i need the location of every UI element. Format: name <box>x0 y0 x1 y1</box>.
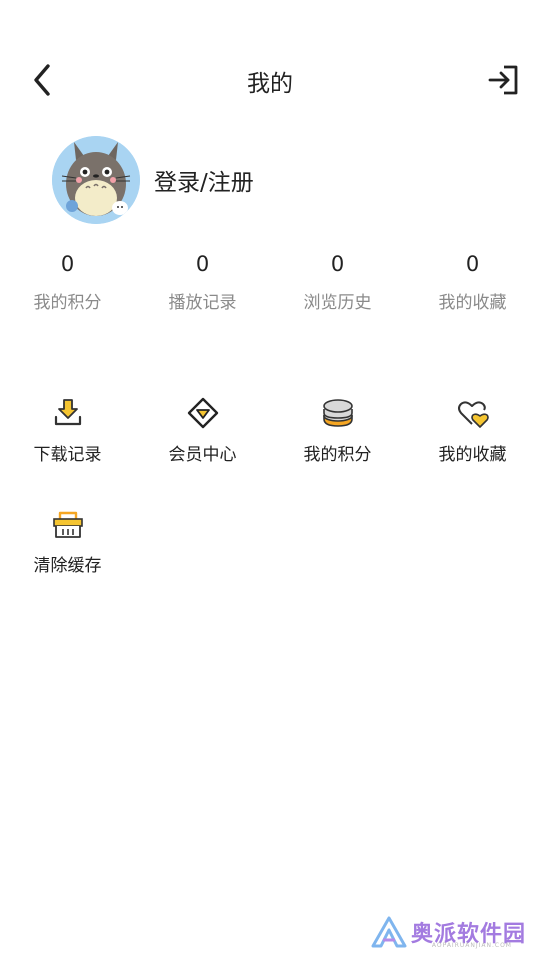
page-title: 我的 <box>247 71 293 97</box>
stat-value: 0 <box>195 252 210 276</box>
menu-label: 会员中心 <box>168 445 237 465</box>
coins-icon <box>322 399 353 427</box>
stat-value: 0 <box>60 252 75 276</box>
stat-label: 我的积分 <box>33 293 102 313</box>
stat-points[interactable]: 0 我的积分 <box>0 250 135 313</box>
stat-label: 我的收藏 <box>438 293 507 313</box>
watermark-logo-icon <box>371 916 407 948</box>
menu-label: 清除缓存 <box>33 556 102 576</box>
menu-label: 下载记录 <box>33 445 102 465</box>
menu-grid: 下载记录 会员中心 我的积分 我的收藏 清除缓存 <box>0 396 540 618</box>
stat-favorites[interactable]: 0 我的收藏 <box>405 250 540 313</box>
sign-in-icon <box>488 65 518 95</box>
stat-value: 0 <box>465 252 480 276</box>
profile-header: 登录/注册 <box>52 136 254 224</box>
stats-row: 0 我的积分 0 播放记录 0 浏览历史 0 我的收藏 <box>0 250 540 313</box>
totoro-avatar-icon <box>52 136 140 224</box>
menu-label: 我的积分 <box>303 445 372 465</box>
diamond-icon <box>187 397 218 429</box>
stat-label: 浏览历史 <box>303 293 372 313</box>
basket-icon <box>52 511 83 538</box>
menu-download-records[interactable]: 下载记录 <box>0 396 135 507</box>
stat-label: 播放记录 <box>168 293 237 313</box>
avatar[interactable] <box>52 136 140 224</box>
heart-icon <box>457 401 489 428</box>
menu-vip-center[interactable]: 会员中心 <box>135 396 270 507</box>
top-bar: 我的 <box>0 50 540 110</box>
stat-value: 0 <box>330 252 345 276</box>
stat-browse-history[interactable]: 0 浏览历史 <box>270 250 405 313</box>
stat-play-history[interactable]: 0 播放记录 <box>135 250 270 313</box>
download-icon <box>54 399 81 426</box>
menu-clear-cache[interactable]: 清除缓存 <box>0 507 135 618</box>
login-register-link[interactable]: 登录/注册 <box>154 163 254 197</box>
menu-label: 我的收藏 <box>438 445 507 465</box>
watermark-subtext: AOPAIRUANJIAN.COM <box>431 942 512 949</box>
login-button[interactable] <box>486 62 522 98</box>
menu-my-favorites[interactable]: 我的收藏 <box>405 396 540 507</box>
menu-my-points[interactable]: 我的积分 <box>270 396 405 507</box>
